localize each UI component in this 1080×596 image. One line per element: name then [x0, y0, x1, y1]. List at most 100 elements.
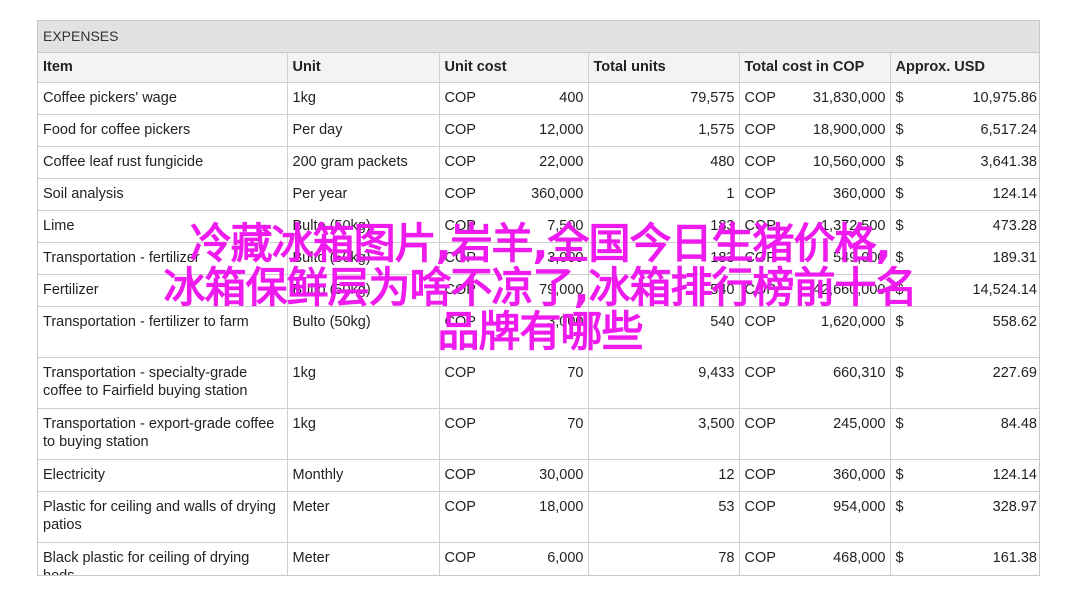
cell-unit: Per day [287, 114, 440, 147]
unit-cost-value: 360,000 [531, 186, 584, 202]
cell-total-cost: COP 245,000 [739, 408, 891, 460]
currency-label: COP [744, 154, 776, 170]
currency-label: COP [444, 499, 476, 515]
column-header-unit-cost: Unit cost [439, 53, 589, 83]
currency-label: COP [444, 90, 476, 106]
table-row: Plastic for ceiling and walls of drying … [38, 491, 1039, 543]
overlay-line-3: 品牌有哪些 [437, 307, 643, 356]
usd-value: 227.69 [992, 365, 1037, 381]
cell-usd: $84.48 [890, 408, 1039, 460]
cell-item: Transportation - export-grade coffee to … [38, 408, 288, 460]
cell-total-cost: COP 360,000 [739, 459, 891, 492]
cell-usd: $10,975.86 [890, 82, 1039, 115]
currency-label: COP [744, 186, 776, 202]
cell-total-units: 12 [588, 459, 740, 492]
total-cost-value: 468,000 [833, 550, 886, 566]
cell-usd: $328.97 [890, 491, 1039, 543]
unit-cost-value: 12,000 [539, 122, 584, 138]
currency-label: COP [744, 499, 776, 515]
cell-item: Food for coffee pickers [38, 114, 288, 147]
unit-cost-value: 6,000 [547, 550, 584, 566]
cell-total-cost: COP 360,000 [739, 178, 891, 211]
currency-label: COP [444, 122, 476, 138]
cell-unit: 1kg [287, 357, 440, 409]
cell-total-cost: COP 954,000 [739, 491, 891, 543]
cell-total-units: 3,500 [588, 408, 740, 460]
cell-total-units: 1,575 [588, 114, 740, 147]
table-row: Transportation - specialty-grade coffee … [38, 357, 1039, 409]
cell-total-units: 480 [588, 146, 740, 179]
cell-total-units: 53 [588, 491, 740, 543]
currency-label: COP [744, 550, 776, 566]
cell-unit: Meter [287, 491, 440, 543]
table-row: Transportation - export-grade coffee to … [38, 408, 1039, 460]
cell-total-cost: COP 18,900,000 [739, 114, 891, 147]
cell-total-cost: COP 10,560,000 [739, 146, 891, 179]
total-cost-value: 18,900,000 [812, 122, 886, 138]
cell-unit: 1kg [287, 408, 440, 460]
currency-label: COP [444, 154, 476, 170]
cell-unit: Per year [287, 178, 440, 211]
total-cost-value: 360,000 [833, 186, 886, 202]
currency-label: COP [744, 90, 776, 106]
cell-unit-cost: COP 70 [439, 408, 589, 460]
usd-value: 161.38 [992, 550, 1037, 566]
cell-usd: $227.69 [890, 357, 1039, 409]
currency-label: COP [744, 416, 776, 432]
dollar-sign: $ [895, 365, 904, 381]
cell-unit: 1kg [287, 82, 440, 115]
cell-usd: $3,641.38 [890, 146, 1039, 179]
currency-label: COP [444, 186, 476, 202]
dollar-sign: $ [895, 416, 904, 432]
header-row: Item Unit Unit cost Total units Total co… [38, 53, 1039, 83]
watermark-overlay-text: 冷藏冰箱图片,岩羊,全国今日生猪价格, 冰箱保鲜层为啥不凉了,冰箱排行榜前十名 … [0, 222, 1080, 354]
usd-value: 84.48 [1000, 416, 1037, 432]
overlay-line-1: 冷藏冰箱图片,岩羊,全国今日生猪价格, [189, 219, 892, 268]
total-cost-value: 10,560,000 [812, 154, 886, 170]
dollar-sign: $ [895, 154, 904, 170]
cell-item: Coffee leaf rust fungicide [38, 146, 288, 179]
usd-value: 124.14 [992, 186, 1037, 202]
table-row: Food for coffee pickers Per day COP 12,000 1… [38, 114, 1039, 147]
usd-value: 124.14 [992, 467, 1037, 483]
cell-unit-cost: COP 360,000 [439, 178, 589, 211]
currency-label: COP [744, 122, 776, 138]
cell-usd: $161.38 [890, 542, 1039, 575]
cell-item: Black plastic for ceiling of drying beds [38, 542, 288, 575]
cell-total-cost: COP 660,310 [739, 357, 891, 409]
currency-label: COP [444, 416, 476, 432]
cell-usd: $124.14 [890, 459, 1039, 492]
cell-unit: Monthly [287, 459, 440, 492]
unit-cost-value: 30,000 [539, 467, 584, 483]
sheet-title: EXPENSES [38, 21, 1039, 53]
usd-value: 6,517.24 [980, 122, 1037, 138]
dollar-sign: $ [895, 90, 904, 106]
cell-item: Electricity [38, 459, 288, 492]
overlay-line-2: 冰箱保鲜层为啥不凉了,冰箱排行榜前十名 [163, 263, 918, 312]
currency-label: COP [744, 365, 776, 381]
usd-value: 10,975.86 [972, 90, 1037, 106]
cell-unit-cost: COP 18,000 [439, 491, 589, 543]
cell-unit-cost: COP 70 [439, 357, 589, 409]
cell-unit: Meter [287, 542, 440, 575]
currency-label: COP [444, 365, 476, 381]
unit-cost-value: 18,000 [539, 499, 584, 515]
total-cost-value: 245,000 [833, 416, 886, 432]
cell-unit-cost: COP 6,000 [439, 542, 589, 575]
dollar-sign: $ [895, 550, 904, 566]
cell-total-units: 78 [588, 542, 740, 575]
unit-cost-value: 70 [567, 365, 584, 381]
total-cost-value: 954,000 [833, 499, 886, 515]
cell-unit-cost: COP 12,000 [439, 114, 589, 147]
cell-item: Coffee pickers' wage [38, 82, 288, 115]
unit-cost-value: 70 [567, 416, 584, 432]
dollar-sign: $ [895, 186, 904, 202]
cell-unit: 200 gram packets [287, 146, 440, 179]
dollar-sign: $ [895, 467, 904, 483]
currency-label: COP [444, 550, 476, 566]
column-header-usd: Approx. USD [890, 53, 1039, 83]
table-row: Coffee leaf rust fungicide 200 gram packe… [38, 146, 1039, 179]
usd-value: 328.97 [992, 499, 1037, 515]
cell-item: Plastic for ceiling and walls of drying … [38, 491, 288, 543]
total-cost-value: 31,830,000 [812, 90, 886, 106]
